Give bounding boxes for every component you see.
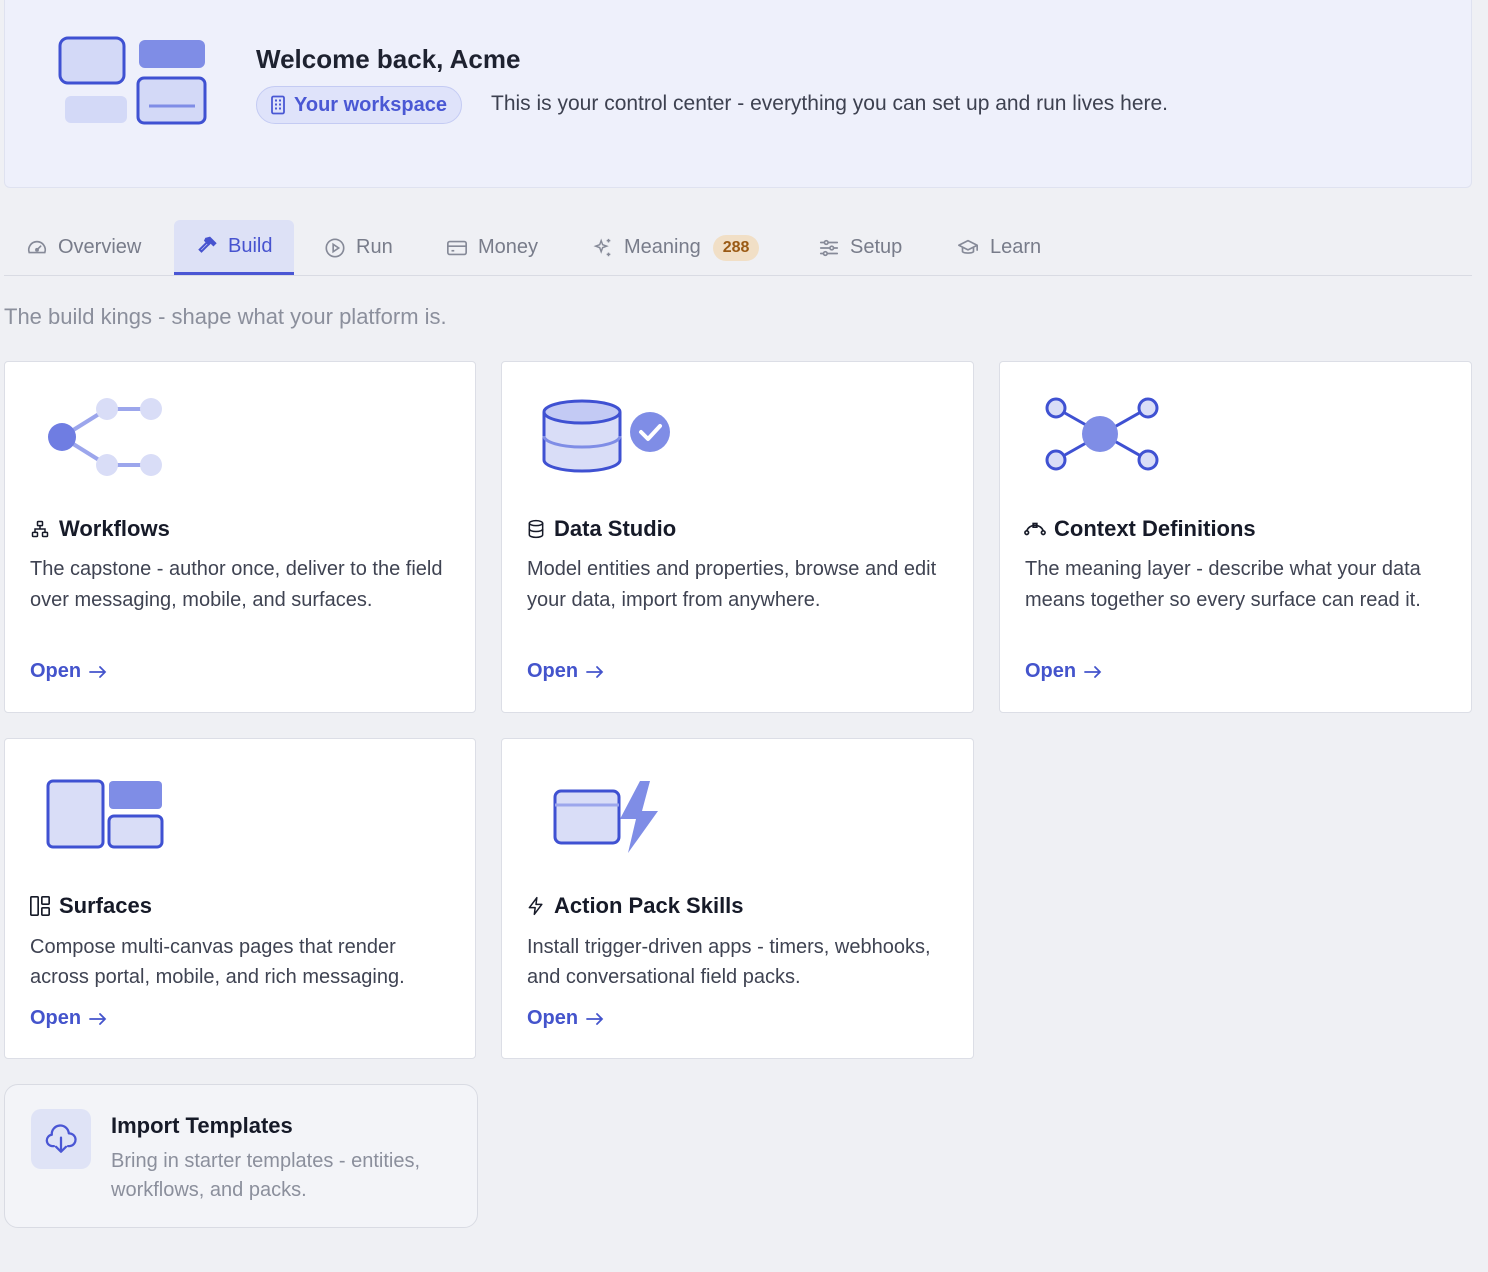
tab-label: Run [356,236,393,258]
card-title: Data Studio [526,516,676,542]
card-workflows[interactable]: Workflows The capstone - author once, de… [4,361,476,713]
network-illustration-icon [1045,397,1159,471]
card-title-text: Action Pack Skills [554,893,744,918]
card-title-text: Surfaces [59,893,152,918]
section-tabs: Overview Build Run Money Meaning 288 Set… [4,218,1472,276]
card-description: The capstone - author once, deliver to t… [30,558,443,611]
arrow-right-icon [1084,665,1102,678]
welcome-title: Welcome back, Acme [256,44,521,74]
database-check-illustration-icon [542,399,670,473]
gauge-icon [27,240,47,253]
building-icon [271,95,285,115]
card-title: Context Definitions [1024,516,1256,542]
zap-icon [528,896,543,916]
card-description: Model entities and properties, browse an… [527,558,937,611]
import-templates-title: Import Templates [111,1113,293,1138]
window-bolt-illustration-icon [553,781,658,853]
tab-learn[interactable]: Learn [956,220,1041,275]
credit-card-icon [447,240,467,255]
card-description: Install trigger-driven apps - timers, we… [527,936,931,988]
card-title: Action Pack Skills [526,893,744,919]
workspace-pill-label: Your workspace [294,93,448,116]
tab-meaning[interactable]: Meaning 288 [592,220,760,275]
tab-run[interactable]: Run [324,220,393,275]
hammer-icon [198,236,217,253]
card-data-studio[interactable]: Data Studio Model entities and propertie… [501,361,974,713]
play-circle-icon [325,237,345,258]
tab-build[interactable]: Build [174,220,295,275]
open-link-label: Open [30,660,82,682]
card-title: Surfaces [29,893,152,919]
tab-label: Setup [850,236,903,258]
tab-setup[interactable]: Setup [818,220,902,275]
sliders-icon [819,239,839,256]
tab-label: Meaning [624,236,701,258]
card-title: Workflows [29,516,170,542]
card-title-text: Workflows [59,516,170,541]
welcome-subtitle: This is your control center - everything… [491,92,1169,115]
arrow-right-icon [89,1012,107,1025]
dashboard-illustration-icon [58,36,207,125]
arrow-right-icon [586,1012,604,1025]
meaning-count-badge: 288 [712,234,760,261]
card-title-text: Context Definitions [1054,516,1256,541]
surfaces-panels-illustration-icon [46,779,164,849]
tab-label: Money [478,236,539,258]
arrow-right-icon [89,665,107,678]
workspace-pill[interactable]: Your workspace [256,86,463,124]
open-surfaces-link[interactable]: Open [30,1007,107,1030]
card-description: Compose multi-canvas pages that render a… [30,936,405,988]
workflow-icon [31,520,49,538]
card-context-definitions[interactable]: Context Definitions The meaning layer - … [999,361,1472,713]
sparkles-icon [593,238,611,256]
open-link-label: Open [1025,660,1077,682]
open-data-studio-link[interactable]: Open [527,660,604,683]
spline-icon [1024,522,1046,536]
tab-money[interactable]: Money [446,220,538,275]
open-workflows-link[interactable]: Open [30,660,107,683]
open-context-definitions-link[interactable]: Open [1025,660,1102,683]
card-description: The meaning layer - describe what your d… [1025,558,1421,611]
section-description: The build kings - shape what your platfo… [4,304,447,329]
open-link-label: Open [30,1007,82,1029]
card-surfaces[interactable]: Surfaces Compose multi-canvas pages that… [4,738,476,1059]
cloud-download-icon [45,1124,77,1153]
arrow-right-icon [586,665,604,678]
tab-label: Build [228,234,273,257]
workflow-branch-illustration-icon [48,398,162,476]
welcome-banner: Welcome back, Acme Your workspace This i… [4,0,1472,188]
tab-label: Learn [990,236,1042,258]
open-action-pack-skills-link[interactable]: Open [527,1007,604,1030]
open-link-label: Open [527,660,579,682]
import-templates-card[interactable]: Import Templates Bring in starter templa… [4,1084,478,1228]
database-icon [528,519,544,539]
import-icon-tile [31,1109,91,1169]
tab-label: Overview [58,236,142,258]
layout-panels-icon [30,896,50,916]
card-action-pack-skills[interactable]: Action Pack Skills Install trigger-drive… [501,738,974,1059]
import-templates-description: Bring in starter templates - entities, w… [111,1150,421,1201]
open-link-label: Open [527,1007,579,1029]
graduation-cap-icon [958,239,978,254]
tab-overview[interactable]: Overview [26,220,141,275]
card-title-text: Data Studio [554,516,677,541]
